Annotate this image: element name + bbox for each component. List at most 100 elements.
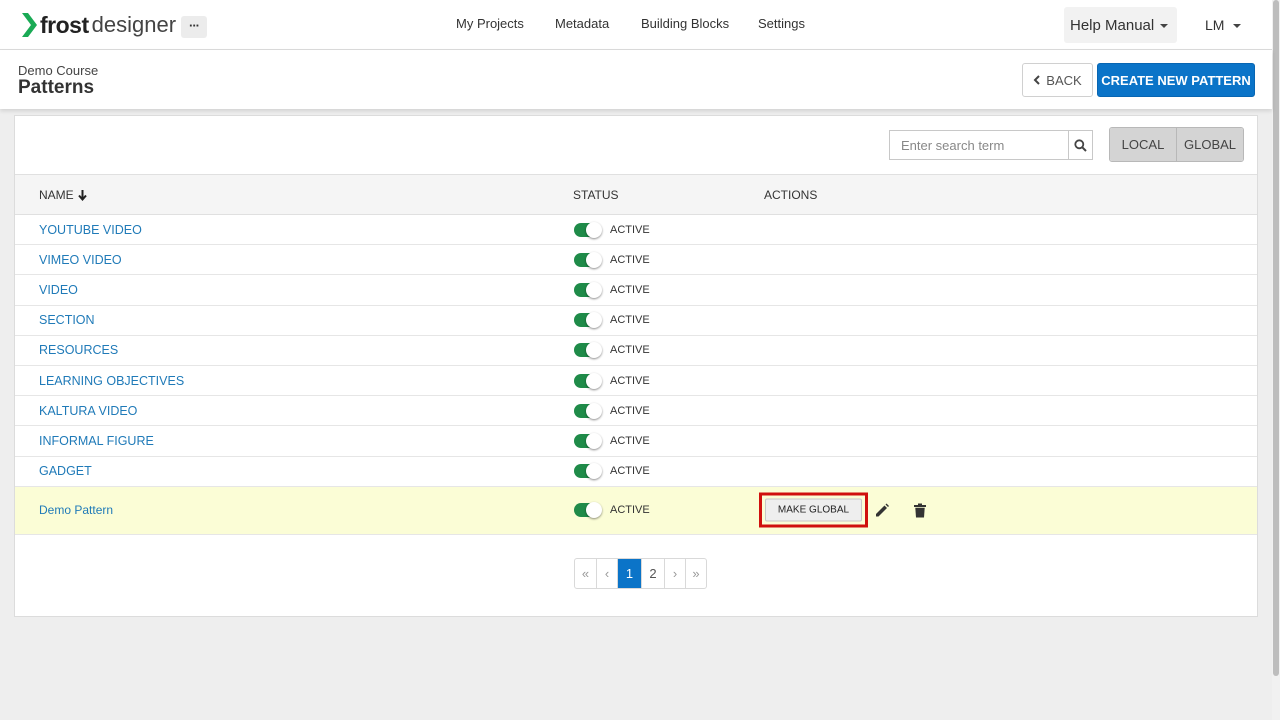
status-label: ACTIVE	[610, 283, 650, 296]
table-row: LEARNING OBJECTIVES ACTIVE	[15, 366, 1257, 397]
make-global-button[interactable]: MAKE GLOBAL	[765, 498, 862, 522]
logo-frost-text: frost	[40, 12, 89, 38]
toggle-knob	[586, 342, 602, 359]
back-button-label: BACK	[1046, 72, 1082, 88]
chevron-logo-icon	[22, 13, 37, 37]
status-label: ACTIVE	[610, 374, 650, 387]
toggle-knob	[586, 251, 602, 268]
nav-metadata[interactable]: Metadata	[555, 16, 609, 31]
status-label: ACTIVE	[610, 314, 650, 327]
pattern-name-link[interactable]: VIMEO VIDEO	[39, 253, 122, 267]
name-column-label: NAME	[39, 188, 74, 202]
table-row: INFORMAL FIGURE ACTIVE	[15, 426, 1257, 457]
status-cell: ACTIVE	[574, 281, 650, 298]
table-header: NAME STATUS ACTIONS	[15, 174, 1257, 215]
status-cell: ACTIVE	[574, 372, 650, 389]
pattern-name-link[interactable]: GADGET	[39, 464, 92, 478]
search-button[interactable]	[1068, 130, 1093, 160]
toggle-knob	[586, 372, 602, 389]
status-toggle[interactable]	[574, 432, 602, 449]
status-toggle[interactable]	[574, 502, 602, 519]
caret-down-icon	[1160, 24, 1169, 29]
status-toggle[interactable]	[574, 372, 602, 389]
toggle-knob	[586, 463, 602, 480]
status-cell: ACTIVE	[574, 312, 650, 329]
row-actions: MAKE GLOBAL	[759, 492, 930, 528]
status-toggle[interactable]	[574, 463, 602, 480]
status-label: ACTIVE	[610, 504, 650, 517]
name-column-header[interactable]: NAME	[39, 188, 87, 202]
local-scope-button[interactable]: LOCAL	[1110, 128, 1176, 161]
page-2-button[interactable]: 2	[641, 559, 664, 588]
status-cell: ACTIVE	[574, 342, 650, 359]
table-row: GADGET ACTIVE	[15, 457, 1257, 487]
status-label: ACTIVE	[610, 344, 650, 357]
back-button[interactable]: BACK	[1022, 63, 1093, 97]
toggle-knob	[586, 402, 602, 419]
page-1-button[interactable]: 1	[617, 559, 641, 588]
delete-pattern-button[interactable]	[910, 500, 930, 520]
last-page-button[interactable]: »	[685, 559, 706, 588]
pattern-name-link[interactable]: SECTION	[39, 313, 95, 327]
status-toggle[interactable]	[574, 221, 602, 238]
help-manual-dropdown[interactable]: Help Manual	[1064, 7, 1177, 43]
nav-settings[interactable]: Settings	[758, 16, 805, 31]
user-menu-dropdown[interactable]: LM	[1205, 17, 1242, 33]
table-row: RESOURCES ACTIVE	[15, 336, 1257, 366]
pagination: « ‹ 1 2 › »	[574, 558, 707, 589]
frost-designer-logo[interactable]: frost designer	[22, 12, 176, 38]
status-toggle[interactable]	[574, 251, 602, 268]
actions-column-header: ACTIONS	[764, 188, 818, 202]
previous-page-button[interactable]: ‹	[596, 559, 617, 588]
toggle-knob	[586, 281, 602, 298]
scrollbar-thumb[interactable]	[1273, 0, 1279, 676]
top-navbar: frost designer ··· My Projects Metadata …	[0, 0, 1272, 50]
table-row: SECTION ACTIVE	[15, 306, 1257, 336]
next-page-button[interactable]: ›	[664, 559, 685, 588]
nav-my-projects[interactable]: My Projects	[456, 16, 524, 31]
create-new-pattern-button[interactable]: CREATE NEW PATTERN	[1097, 63, 1255, 97]
table-row: VIDEO ACTIVE	[15, 275, 1257, 306]
pattern-name-link[interactable]: VIDEO	[39, 283, 78, 297]
search-input[interactable]	[889, 130, 1069, 160]
table-row: KALTURA VIDEO ACTIVE	[15, 396, 1257, 427]
patterns-panel: LOCAL GLOBAL NAME STATUS ACTIONS YOUTUBE…	[14, 115, 1258, 617]
pattern-name-link[interactable]: RESOURCES	[39, 343, 118, 357]
search-icon	[1074, 138, 1087, 152]
page-header: Demo Course Patterns BACK CREATE NEW PAT…	[0, 50, 1272, 109]
status-cell: ACTIVE	[574, 251, 650, 268]
pattern-name-link[interactable]: YOUTUBE VIDEO	[39, 223, 142, 237]
status-label: ACTIVE	[610, 465, 650, 478]
global-scope-button[interactable]: GLOBAL	[1176, 128, 1243, 161]
more-options-button[interactable]: ···	[181, 16, 207, 38]
status-toggle[interactable]	[574, 342, 602, 359]
status-cell: ACTIVE	[574, 463, 650, 480]
chevron-left-icon	[1033, 75, 1041, 85]
status-cell: ACTIVE	[574, 432, 650, 449]
status-toggle[interactable]	[574, 402, 602, 419]
table-row-highlighted: Demo Pattern ACTIVE MAKE GLOBAL	[15, 486, 1257, 535]
first-page-button[interactable]: «	[575, 559, 596, 588]
status-cell: ACTIVE	[574, 402, 650, 419]
pattern-name-link[interactable]: INFORMAL FIGURE	[39, 434, 154, 448]
make-global-highlight: MAKE GLOBAL	[759, 492, 868, 528]
page-scrollbar[interactable]	[1272, 0, 1280, 720]
pattern-name-link[interactable]: KALTURA VIDEO	[39, 404, 137, 418]
status-cell: ACTIVE	[574, 502, 650, 519]
user-initials: LM	[1205, 17, 1225, 33]
status-cell: ACTIVE	[574, 221, 650, 238]
course-name[interactable]: Demo Course	[18, 63, 98, 78]
status-label: ACTIVE	[610, 434, 650, 447]
page-title: Patterns	[18, 77, 95, 98]
down-arrow-icon	[77, 189, 87, 201]
trash-icon	[914, 503, 926, 518]
pattern-name-link[interactable]: LEARNING OBJECTIVES	[39, 374, 184, 388]
scope-toggle-group: LOCAL GLOBAL	[1109, 127, 1244, 162]
status-toggle[interactable]	[574, 281, 602, 298]
status-label: ACTIVE	[610, 223, 650, 236]
edit-pattern-button[interactable]	[872, 500, 892, 520]
status-toggle[interactable]	[574, 312, 602, 329]
help-manual-label: Help Manual	[1070, 17, 1155, 34]
nav-building-blocks[interactable]: Building Blocks	[641, 16, 729, 31]
pattern-name-link[interactable]: Demo Pattern	[39, 503, 113, 517]
